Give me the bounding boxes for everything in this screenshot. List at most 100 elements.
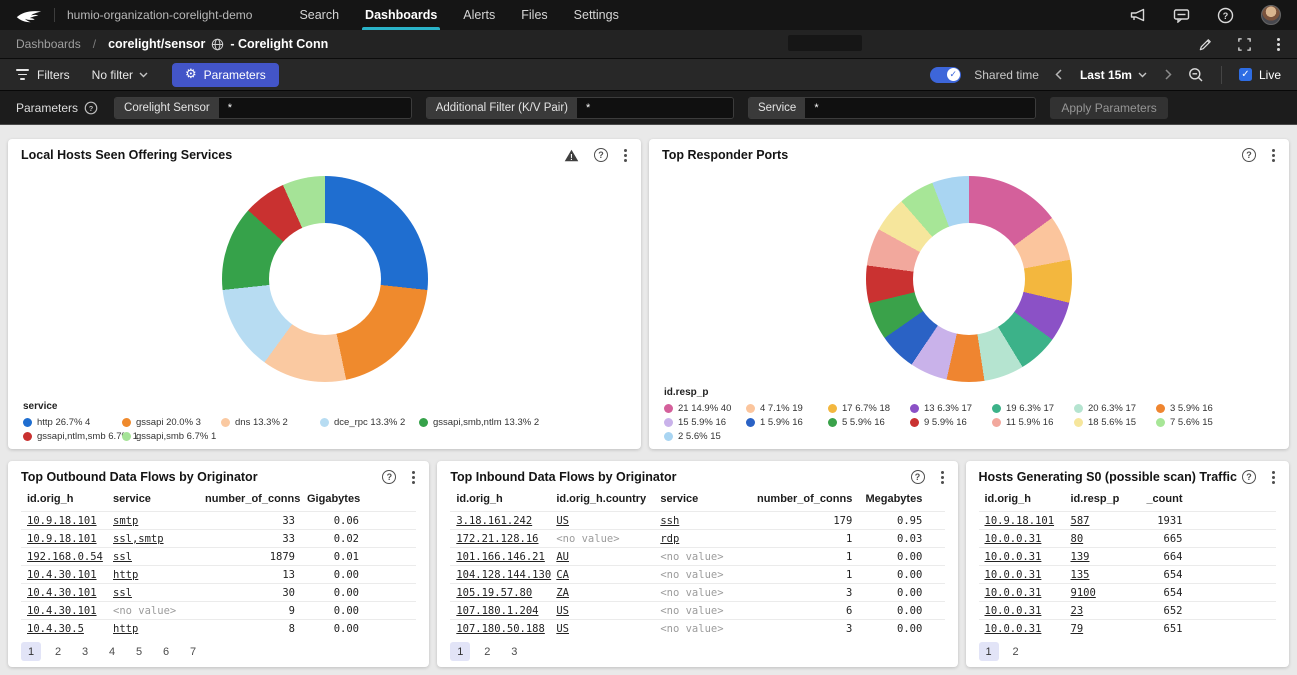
help-icon[interactable]: ? bbox=[382, 470, 396, 484]
nav-item-dashboards[interactable]: Dashboards bbox=[352, 0, 450, 30]
table-cell[interactable]: 192.168.0.54 bbox=[21, 548, 107, 566]
table-cell[interactable]: 172.21.128.16 bbox=[450, 530, 550, 548]
apply-parameters-button[interactable]: Apply Parameters bbox=[1050, 97, 1167, 119]
user-avatar[interactable] bbox=[1261, 5, 1281, 25]
help-icon[interactable]: ? bbox=[911, 470, 925, 484]
table-cell[interactable]: US bbox=[550, 602, 654, 620]
kebab-menu-icon[interactable] bbox=[1276, 38, 1281, 51]
table-cell[interactable]: 79 bbox=[1065, 620, 1131, 638]
table-cell[interactable]: ssl bbox=[107, 584, 199, 602]
page-button[interactable]: 6 bbox=[156, 642, 176, 661]
table-cell[interactable]: ZA bbox=[550, 584, 654, 602]
page-button[interactable]: 2 bbox=[1006, 642, 1026, 661]
kebab-menu-icon[interactable] bbox=[1271, 149, 1276, 162]
table-cell[interactable]: 10.0.0.31 bbox=[979, 530, 1065, 548]
table-cell[interactable]: http bbox=[107, 566, 199, 584]
legend-item[interactable]: 18 5.6% 15 bbox=[1074, 415, 1156, 429]
table-cell[interactable]: ssl,smtp bbox=[107, 530, 199, 548]
table-cell[interactable]: US bbox=[550, 512, 654, 530]
table-cell[interactable]: 10.4.30.101 bbox=[21, 566, 107, 584]
edit-pencil-icon[interactable] bbox=[1198, 37, 1213, 52]
table-cell[interactable]: 587 bbox=[1065, 512, 1131, 530]
live-checkbox[interactable]: ✓ Live bbox=[1239, 68, 1281, 82]
legend-item[interactable]: gssapi,smb 6.7% 1 bbox=[122, 429, 221, 443]
legend-item[interactable]: 21 14.9% 40 bbox=[664, 401, 746, 415]
kebab-menu-icon[interactable] bbox=[411, 471, 416, 484]
donut-chart-responder-ports[interactable] bbox=[866, 176, 1072, 382]
table-cell[interactable]: CA bbox=[550, 566, 654, 584]
crowdstrike-falcon-logo-icon[interactable] bbox=[16, 7, 42, 24]
donut-chart-services[interactable] bbox=[222, 176, 428, 382]
legend-item[interactable]: dns 13.3% 2 bbox=[221, 415, 320, 429]
table-cell[interactable]: 107.180.1.204 bbox=[450, 602, 550, 620]
service-input[interactable] bbox=[805, 98, 1035, 118]
announcements-icon[interactable] bbox=[1129, 8, 1146, 23]
page-button[interactable]: 3 bbox=[75, 642, 95, 661]
table-cell[interactable]: 10.0.0.31 bbox=[979, 566, 1065, 584]
page-button[interactable]: 2 bbox=[477, 642, 497, 661]
legend-item[interactable]: http 26.7% 4 bbox=[23, 415, 122, 429]
page-button[interactable]: 3 bbox=[504, 642, 524, 661]
table-cell[interactable]: 10.4.30.101 bbox=[21, 584, 107, 602]
shared-time-toggle[interactable]: ✓ bbox=[930, 67, 961, 83]
organization-name[interactable]: humio-organization-corelight-demo bbox=[67, 8, 252, 22]
table-cell[interactable]: 10.9.18.101 bbox=[979, 512, 1065, 530]
table-cell[interactable]: 135 bbox=[1065, 566, 1131, 584]
table-cell[interactable]: 10.0.0.31 bbox=[979, 602, 1065, 620]
legend-item[interactable]: 20 6.3% 17 bbox=[1074, 401, 1156, 415]
nav-item-search[interactable]: Search bbox=[286, 0, 352, 30]
table-cell[interactable]: 3.18.161.242 bbox=[450, 512, 550, 530]
table-cell[interactable]: 10.9.18.101 bbox=[21, 530, 107, 548]
table-cell[interactable]: 10.0.0.31 bbox=[979, 584, 1065, 602]
page-button[interactable]: 4 bbox=[102, 642, 122, 661]
legend-item[interactable]: gssapi,smb,ntlm 13.3% 2 bbox=[419, 415, 518, 429]
table-cell[interactable]: smtp bbox=[107, 512, 199, 530]
legend-item[interactable]: 9 5.9% 16 bbox=[910, 415, 992, 429]
help-icon[interactable]: ? bbox=[1217, 7, 1234, 24]
time-range-selector[interactable]: Last 15m bbox=[1078, 68, 1149, 82]
table-cell[interactable]: http bbox=[107, 620, 199, 638]
help-icon[interactable]: ? bbox=[594, 148, 608, 162]
time-back-chevron-icon[interactable] bbox=[1052, 69, 1065, 80]
legend-item[interactable]: 5 5.9% 16 bbox=[828, 415, 910, 429]
table-cell[interactable]: 101.166.146.21 bbox=[450, 548, 550, 566]
help-icon[interactable]: ? bbox=[1242, 148, 1256, 162]
table-cell[interactable]: 10.4.30.5 bbox=[21, 620, 107, 638]
table-cell[interactable]: 9100 bbox=[1065, 584, 1131, 602]
legend-item[interactable]: gssapi,ntlm,smb 6.7% 1 bbox=[23, 429, 122, 443]
table-cell[interactable]: 107.180.50.188 bbox=[450, 620, 550, 638]
table-cell[interactable]: 10.0.0.31 bbox=[979, 620, 1065, 638]
help-icon[interactable]: ? bbox=[84, 101, 98, 115]
feedback-icon[interactable] bbox=[1173, 8, 1190, 23]
table-cell[interactable]: 139 bbox=[1065, 548, 1131, 566]
legend-item[interactable]: 2 5.6% 15 bbox=[664, 429, 746, 443]
additional-filter-input[interactable] bbox=[577, 98, 733, 118]
table-cell[interactable]: 80 bbox=[1065, 530, 1131, 548]
nav-item-alerts[interactable]: Alerts bbox=[450, 0, 508, 30]
fullscreen-icon[interactable] bbox=[1237, 37, 1252, 52]
page-button[interactable]: 1 bbox=[450, 642, 470, 661]
page-button[interactable]: 7 bbox=[183, 642, 203, 661]
page-button[interactable]: 2 bbox=[48, 642, 68, 661]
legend-item[interactable]: 19 6.3% 17 bbox=[992, 401, 1074, 415]
table-cell[interactable]: ssh bbox=[654, 512, 746, 530]
kebab-menu-icon[interactable] bbox=[1271, 471, 1276, 484]
filters-button[interactable]: Filters bbox=[16, 68, 70, 82]
table-cell[interactable]: 10.9.18.101 bbox=[21, 512, 107, 530]
legend-item[interactable]: 1 5.9% 16 bbox=[746, 415, 828, 429]
parameters-button[interactable]: ⚙ Parameters bbox=[172, 63, 279, 87]
legend-item[interactable]: gssapi 20.0% 3 bbox=[122, 415, 221, 429]
help-icon[interactable]: ? bbox=[1242, 470, 1256, 484]
page-button[interactable]: 5 bbox=[129, 642, 149, 661]
warning-icon[interactable]: ! bbox=[564, 149, 579, 162]
kebab-menu-icon[interactable] bbox=[940, 471, 945, 484]
table-cell[interactable]: rdp bbox=[654, 530, 746, 548]
page-button[interactable]: 1 bbox=[21, 642, 41, 661]
page-button[interactable]: 1 bbox=[979, 642, 999, 661]
legend-item[interactable]: 7 5.6% 15 bbox=[1156, 415, 1238, 429]
kebab-menu-icon[interactable] bbox=[623, 149, 628, 162]
legend-item[interactable]: 4 7.1% 19 bbox=[746, 401, 828, 415]
table-cell[interactable]: 23 bbox=[1065, 602, 1131, 620]
table-cell[interactable]: 105.19.57.80 bbox=[450, 584, 550, 602]
table-cell[interactable]: 10.4.30.101 bbox=[21, 602, 107, 620]
